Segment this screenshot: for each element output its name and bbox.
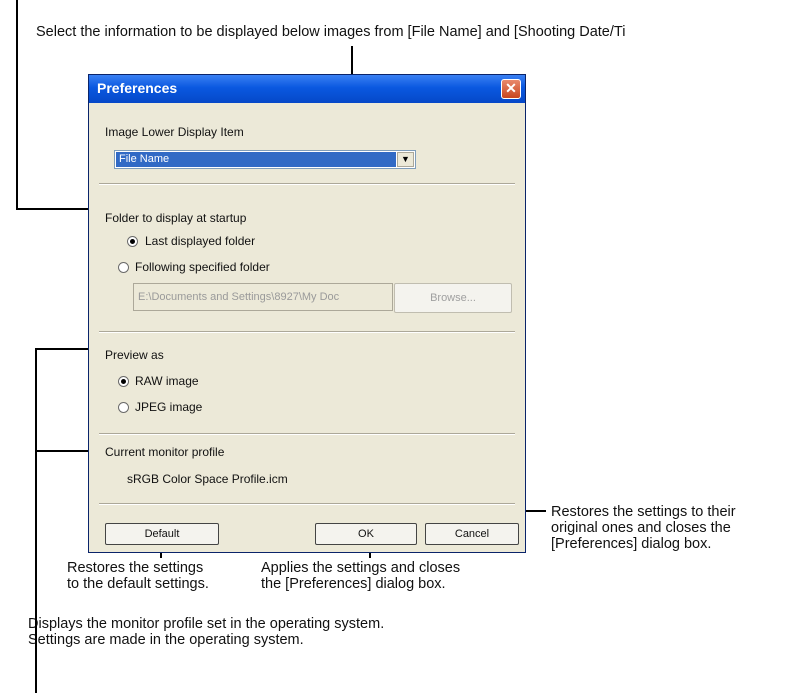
- current-monitor-profile-label: Current monitor profile: [105, 445, 225, 459]
- leader-line: [16, 0, 18, 209]
- radio-raw-image[interactable]: [118, 376, 129, 387]
- monitor-annotation-line2: Settings are made in the operating syste…: [28, 632, 304, 648]
- ok-annotation-line2: the [Preferences] dialog box.: [261, 576, 446, 592]
- dialog-title: Preferences: [97, 80, 178, 96]
- select-value: File Name: [116, 152, 396, 167]
- preferences-dialog: Preferences ✕ Image Lower Display Item F…: [88, 74, 526, 553]
- title-bar[interactable]: Preferences ✕: [89, 75, 525, 103]
- cancel-annotation-line1: Restores the settings to their: [551, 504, 736, 520]
- radio-last-displayed-folder[interactable]: [127, 236, 138, 247]
- ok-button[interactable]: OK: [315, 523, 417, 545]
- divider: [99, 433, 515, 435]
- close-icon[interactable]: ✕: [501, 79, 521, 99]
- radio-last-displayed-folder-label[interactable]: Last displayed folder: [145, 234, 255, 248]
- default-annotation-line2: to the default settings.: [67, 576, 209, 592]
- browse-button: Browse...: [394, 283, 512, 313]
- divider: [99, 183, 515, 185]
- divider: [99, 503, 515, 505]
- radio-following-specified-folder[interactable]: [118, 262, 129, 273]
- radio-jpeg-image[interactable]: [118, 402, 129, 413]
- cancel-button[interactable]: Cancel: [425, 523, 519, 545]
- chevron-down-icon[interactable]: ▼: [397, 152, 414, 167]
- folder-path-field: E:\Documents and Settings\8927\My Doc: [133, 283, 393, 311]
- radio-jpeg-image-label[interactable]: JPEG image: [135, 400, 202, 414]
- image-lower-display-label: Image Lower Display Item: [105, 125, 244, 139]
- image-lower-display-select[interactable]: File Name ▼: [114, 150, 416, 169]
- default-annotation-line1: Restores the settings: [67, 560, 204, 576]
- cancel-annotation-line3: [Preferences] dialog box.: [551, 536, 712, 552]
- monitor-profile-value: sRGB Color Space Profile.icm: [127, 472, 288, 486]
- default-button[interactable]: Default: [105, 523, 219, 545]
- preview-as-label: Preview as: [105, 348, 164, 362]
- radio-following-specified-folder-label[interactable]: Following specified folder: [135, 260, 270, 274]
- radio-raw-image-label[interactable]: RAW image: [135, 374, 199, 388]
- top-annotation: Select the information to be displayed b…: [36, 24, 626, 40]
- divider: [99, 331, 515, 333]
- ok-annotation-line1: Applies the settings and closes: [261, 560, 461, 576]
- monitor-annotation-line1: Displays the monitor profile set in the …: [28, 616, 385, 632]
- cancel-annotation-line2: original ones and closes the: [551, 520, 731, 536]
- folder-startup-label: Folder to display at startup: [105, 211, 247, 225]
- leader-line: [35, 450, 37, 612]
